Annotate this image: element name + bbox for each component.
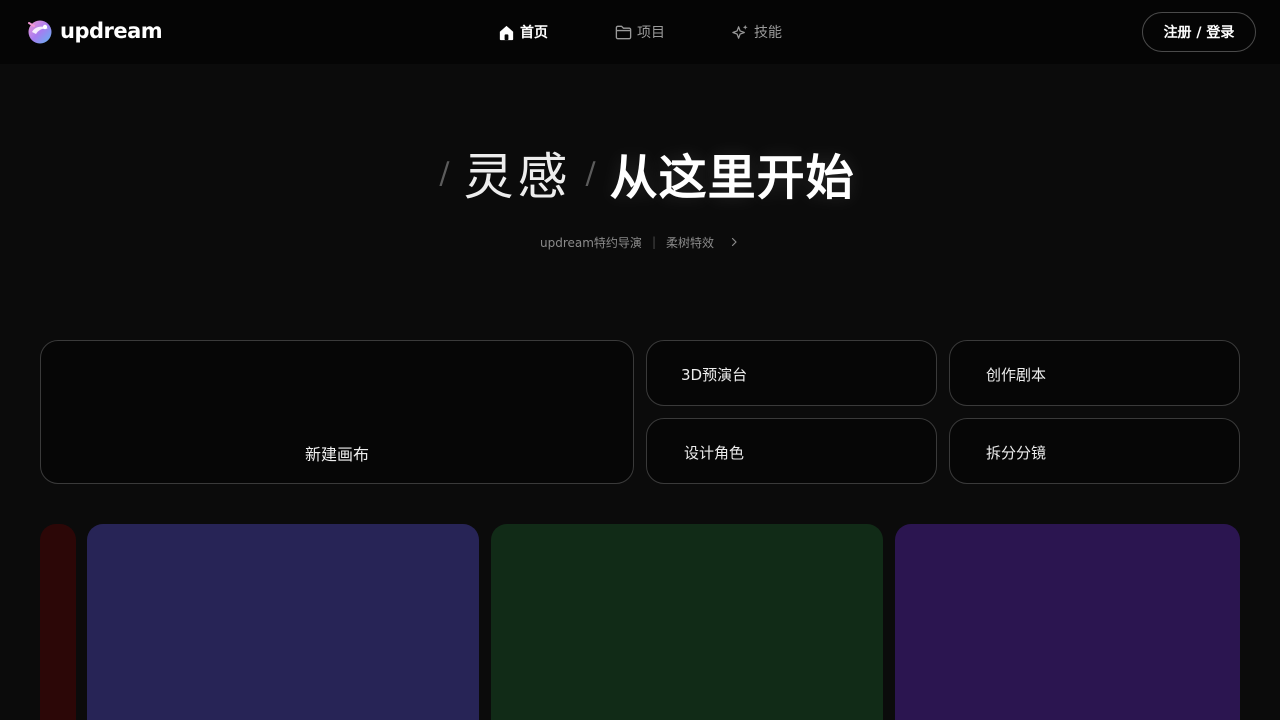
nav-projects-label: 项目	[637, 25, 665, 41]
gallery-tile[interactable]	[895, 524, 1240, 720]
hero-slash: /	[585, 155, 596, 191]
logo[interactable]: updream	[26, 16, 163, 46]
nav-projects[interactable]: 项目	[614, 20, 665, 44]
nav-skills[interactable]: 技能	[731, 20, 782, 44]
3d-preview-label: 3D预演台	[681, 366, 748, 384]
hero-title-light: 灵感	[463, 148, 572, 206]
gallery-tile[interactable]	[87, 524, 479, 720]
write-script-card[interactable]: 创作剧本	[949, 340, 1240, 406]
split-storyboard-card[interactable]: 拆分分镜	[949, 418, 1240, 484]
new-canvas-card[interactable]: 新建画布	[40, 340, 634, 484]
login-register-button[interactable]: 注册 / 登录	[1142, 12, 1256, 52]
new-canvas-label: 新建画布	[304, 445, 369, 464]
gallery-tile[interactable]	[40, 524, 76, 720]
home-icon	[499, 25, 514, 40]
top-bar: updream 首页 项目 技能 注册 / 登录	[0, 0, 1280, 64]
nav-home-label: 首页	[520, 25, 548, 41]
3d-preview-card[interactable]: 3D预演台	[646, 340, 937, 406]
sparkle-icon	[732, 24, 748, 39]
featured-separator: |	[651, 235, 656, 249]
hero-title-bold: 从这里开始	[609, 150, 855, 206]
hero-slash: /	[439, 155, 450, 191]
featured-link-director[interactable]: updream特约导演	[540, 234, 642, 251]
chevron-right-icon[interactable]	[728, 236, 740, 248]
logo-mark-icon	[28, 20, 52, 44]
design-character-card[interactable]: 设计角色	[646, 418, 937, 484]
main-nav: 首页 项目 技能	[497, 20, 782, 44]
logo-text: updream	[60, 19, 163, 43]
folder-icon	[615, 25, 632, 39]
split-storyboard-label: 拆分分镜	[986, 444, 1047, 462]
gallery-tile[interactable]	[491, 524, 883, 720]
hero-title: / 灵感 / 从这里开始	[0, 128, 1280, 218]
nav-skills-label: 技能	[754, 25, 782, 41]
design-character-label: 设计角色	[684, 444, 745, 462]
nav-home[interactable]: 首页	[497, 20, 548, 44]
featured-link-effects[interactable]: 柔树特效	[666, 234, 714, 251]
write-script-label: 创作剧本	[986, 366, 1047, 384]
featured-links: updream特约导演 | 柔树特效	[0, 232, 1280, 252]
